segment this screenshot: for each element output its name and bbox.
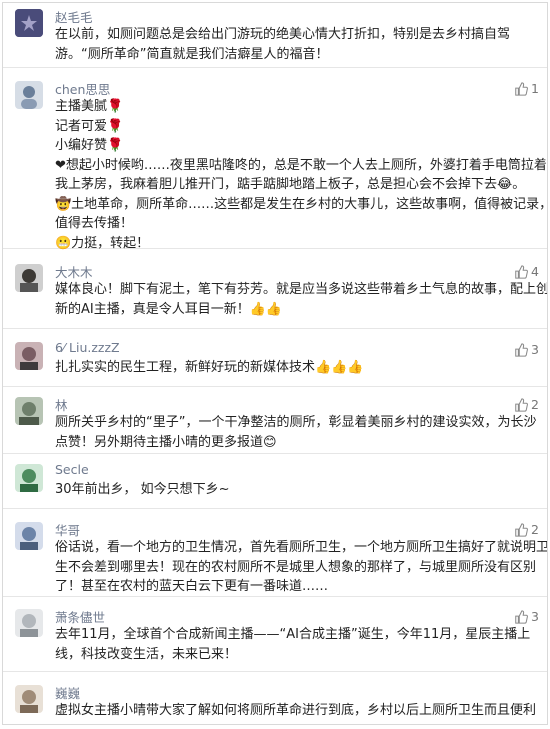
comment-line: 点赞！另外期待主播小晴的更多报道😊 xyxy=(55,434,277,450)
comment-item: Secle 30年前出乡， 如今只想下乡~ xyxy=(3,458,547,509)
comment-line: 我上茅房，我麻着胆儿推开门，踮手踮脚地踏上板子，总是担心会不会掉下去😂。 xyxy=(55,177,526,192)
comment-item: 林 2 厕所关乎乡村的“里子”，一个干净整洁的厕所，彰显着美丽乡村的建设实效，为… xyxy=(3,391,547,454)
comment-item: 巍巍 虚拟女主播小晴带大家了解如何将厕所革命进行到底，乡村以后上厕所卫生而且便利 xyxy=(3,679,547,724)
comment-line: 线，科技改变生活，未来已来！ xyxy=(55,646,238,662)
like-count: 2 xyxy=(531,522,539,537)
comment-text: 扎扎实实的民生工程，新鲜好玩的新媒体技术👍👍👍 xyxy=(55,358,537,378)
comment-item: 大木木 4 媒体良心！脚下有泥土，笔下有芬芳。就是应当多说这些带着乡土气息的故事… xyxy=(3,258,547,329)
like-button[interactable]: 1 xyxy=(514,81,539,96)
comment-text: 主播美腻🌹 记者可爱🌹 小编好赞🌹 ❤想起小时候哟……夜里黑咕隆咚的，总是不敢一… xyxy=(55,97,548,253)
comment-line: 30年前出乡， 如今只想下乡~ xyxy=(55,482,230,497)
comment-list: 赵毛毛 在以前，如厕问题总是会给出门游玩的绝美心情大打折扣，特别是去乡村搞自驾 … xyxy=(2,2,548,725)
comment-line: 了！甚至在农村的蓝天白云下更有一番味道…… xyxy=(55,579,329,594)
username[interactable]: 林 xyxy=(55,395,68,414)
comment-text: 俗话说，看一个地方的卫生情况，首先看厕所卫生，一个地方厕所卫生搞好了就说明卫 生… xyxy=(55,538,548,597)
comment-item: 赵毛毛 在以前，如厕问题总是会给出门游玩的绝美心情大打折扣，特别是去乡村搞自驾 … xyxy=(3,3,547,68)
like-count: 2 xyxy=(531,397,539,412)
like-count: 4 xyxy=(531,264,539,279)
thumbs-up-icon xyxy=(515,522,528,537)
comment-line: 去年11月，全球首个合成新闻主播——“AI合成主播”诞生，今年11月，星辰主播上 xyxy=(55,627,531,642)
username[interactable]: Secle xyxy=(55,462,89,477)
thumbs-up-icon xyxy=(515,81,528,96)
comment-item: 华哥 2 俗话说，看一个地方的卫生情况，首先看厕所卫生，一个地方厕所卫生搞好了就… xyxy=(3,516,547,597)
username[interactable]: 巍巍 xyxy=(55,683,80,702)
avatar[interactable] xyxy=(15,342,43,370)
comment-line: 媒体良心！脚下有泥土，笔下有芬芳。就是应当多说这些带着乡土气息的故事，配上创 xyxy=(55,282,548,297)
username[interactable]: 华哥 xyxy=(55,520,80,539)
username[interactable]: 大木木 xyxy=(55,262,93,281)
comment-line: 主播美腻🌹 xyxy=(55,99,124,114)
comment-line: 生不会差到哪里去！现在的农村厕所不是城里人想象的那样了，与城里厕所没有区别 xyxy=(55,559,537,575)
comment-item: 萧条儘世 3 去年11月，全球首个合成新闻主播——“AI合成主播”诞生，今年11… xyxy=(3,603,547,672)
comment-line: 新的AI主播，真是令人耳目一新！👍👍 xyxy=(55,301,283,317)
comment-text: 媒体良心！脚下有泥土，笔下有芬芳。就是应当多说这些带着乡土气息的故事，配上创 新… xyxy=(55,280,548,319)
like-button[interactable]: 3 xyxy=(514,609,539,624)
username[interactable]: chen思思 xyxy=(55,79,110,98)
like-count: 1 xyxy=(531,81,539,96)
avatar[interactable] xyxy=(15,609,43,637)
comment-text: 去年11月，全球首个合成新闻主播——“AI合成主播”诞生，今年11月，星辰主播上… xyxy=(55,625,537,664)
avatar[interactable] xyxy=(15,264,43,292)
comment-line: 在以前，如厕问题总是会给出门游玩的绝美心情大打折扣，特别是去乡村搞自驾 xyxy=(55,27,511,42)
comment-line: 😬力挺，转起！ xyxy=(55,235,150,251)
comment-line: 记者可爱🌹 xyxy=(55,118,124,134)
comment-line: 扎扎实实的民生工程，新鲜好玩的新媒体技术👍👍👍 xyxy=(55,360,364,375)
avatar[interactable] xyxy=(15,397,43,425)
comment-line: 游。“厕所革命”简直就是我们洁癖星人的福音！ xyxy=(55,46,329,62)
comment-line: 小编好赞🌹 xyxy=(55,138,124,153)
comment-text: 在以前，如厕问题总是会给出门游玩的绝美心情大打折扣，特别是去乡村搞自驾 游。“厕… xyxy=(55,25,537,64)
like-button[interactable]: 4 xyxy=(514,264,539,279)
comment-item: chen思思 1 主播美腻🌹 记者可爱🌹 小编好赞🌹 ❤想起小时候哟……夜里黑咕… xyxy=(3,75,547,251)
thumbs-up-icon xyxy=(515,397,528,412)
username[interactable]: 萧条儘世 xyxy=(55,607,105,626)
avatar[interactable] xyxy=(15,464,43,492)
username[interactable]: 6⁄ Liu.zzzZ xyxy=(55,340,120,355)
thumbs-up-icon xyxy=(515,264,528,279)
comment-line: ❤想起小时候哟……夜里黑咕隆咚的，总是不敢一个人去上厕所，外婆打着手电筒拉着 xyxy=(55,157,547,173)
comment-line: 🤠土地革命，厕所革命……这些都是发生在乡村的大事儿，这些故事啊，值得被记录， xyxy=(55,196,548,212)
avatar[interactable] xyxy=(15,522,43,550)
comment-text: 厕所关乎乡村的“里子”，一个干净整洁的厕所，彰显着美丽乡村的建设实效，为长沙 点… xyxy=(55,413,537,452)
comment-line: 俗话说，看一个地方的卫生情况，首先看厕所卫生，一个地方厕所卫生搞好了就说明卫 xyxy=(55,540,548,555)
comment-line: 厕所关乎乡村的“里子”，一个干净整洁的厕所，彰显着美丽乡村的建设实效，为长沙 xyxy=(55,415,537,430)
avatar[interactable] xyxy=(15,81,43,109)
thumbs-up-icon xyxy=(515,342,528,357)
like-button[interactable]: 2 xyxy=(514,522,539,537)
thumbs-up-icon xyxy=(515,609,528,624)
like-count: 3 xyxy=(531,342,539,357)
avatar[interactable] xyxy=(15,685,43,713)
like-button[interactable]: 3 xyxy=(514,342,539,357)
like-count: 3 xyxy=(531,609,539,624)
comment-line: 值得去传播！ xyxy=(55,216,134,231)
comment-text: 30年前出乡， 如今只想下乡~ xyxy=(55,480,537,500)
comment-text: 虚拟女主播小晴带大家了解如何将厕所革命进行到底，乡村以后上厕所卫生而且便利 xyxy=(55,701,537,721)
comment-line: 虚拟女主播小晴带大家了解如何将厕所革命进行到底，乡村以后上厕所卫生而且便利 xyxy=(55,703,537,718)
username[interactable]: 赵毛毛 xyxy=(55,7,93,26)
comment-item: 6⁄ Liu.zzzZ 3 扎扎实实的民生工程，新鲜好玩的新媒体技术👍👍👍 xyxy=(3,336,547,387)
avatar[interactable] xyxy=(15,9,43,37)
like-button[interactable]: 2 xyxy=(514,397,539,412)
